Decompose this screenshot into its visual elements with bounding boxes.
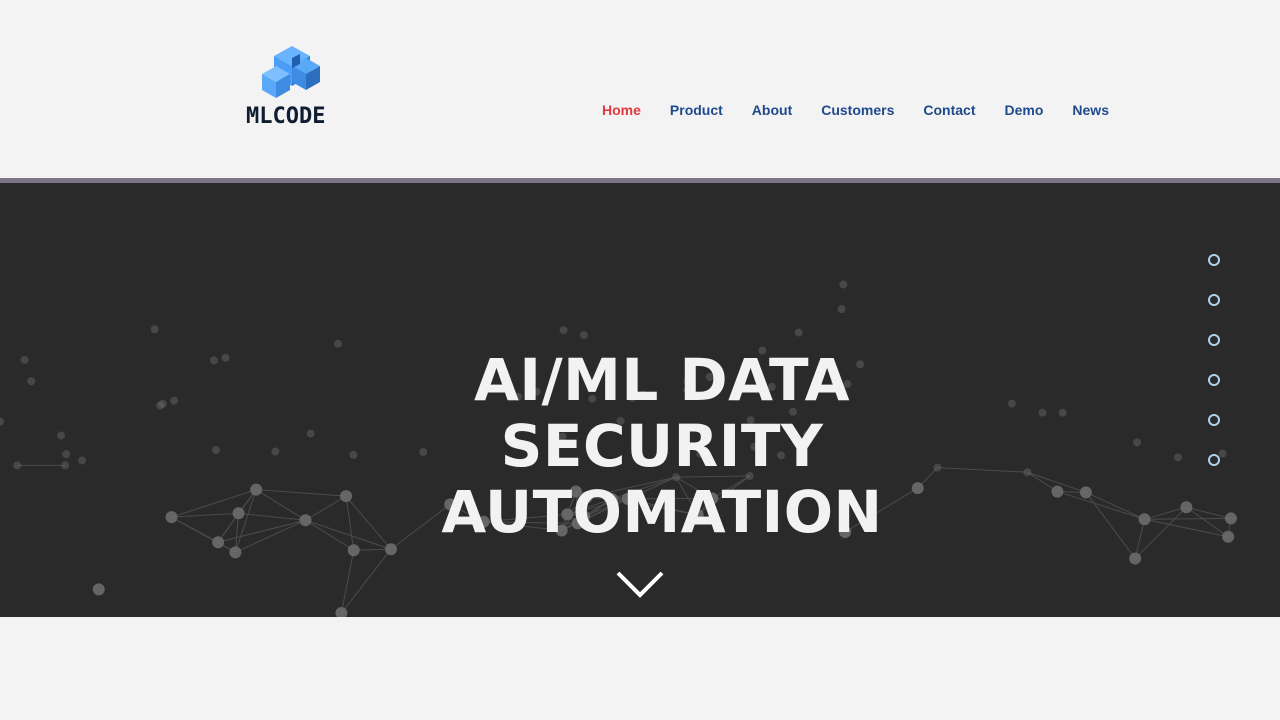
hero-section: AI/ML DATA SECURITY AUTOMATION (0, 183, 1280, 617)
scroll-down-button[interactable] (614, 569, 666, 599)
nav-customers[interactable]: Customers (821, 100, 894, 120)
network-node (1038, 408, 1047, 417)
hero-title-line-1: AI/ML DATA (474, 345, 850, 414)
network-node (27, 377, 36, 386)
hero-title-line-2: SECURITY (500, 411, 824, 480)
main-navigation: Home Product About Customers Contact Dem… (602, 100, 1138, 120)
site-header: MLCODE Home Product About Customers Cont… (0, 0, 1280, 178)
section-dot-3[interactable] (1208, 334, 1220, 346)
network-node (347, 544, 360, 557)
network-node (299, 514, 312, 527)
network-node (1222, 530, 1235, 543)
hero-title: AI/ML DATA SECURITY AUTOMATION (340, 347, 984, 545)
network-link (256, 489, 347, 497)
network-node (559, 326, 568, 335)
section-dot-4[interactable] (1208, 374, 1220, 386)
network-node (1023, 468, 1032, 477)
network-link (1085, 491, 1145, 520)
network-link (340, 550, 355, 614)
content-section (0, 617, 1280, 720)
network-node (209, 356, 218, 365)
network-node (1079, 486, 1092, 499)
nav-demo[interactable]: Demo (1005, 100, 1044, 120)
network-node (1133, 438, 1142, 447)
network-node (212, 536, 225, 549)
nav-about[interactable]: About (752, 100, 792, 120)
network-node (158, 399, 167, 408)
network-node (211, 446, 220, 455)
network-link (1186, 506, 1232, 519)
network-node (229, 546, 242, 559)
network-node (1129, 552, 1142, 565)
network-node (56, 431, 65, 440)
section-navigation (1208, 254, 1222, 494)
network-node (271, 447, 280, 456)
network-node (1173, 453, 1182, 462)
network-link (234, 489, 257, 553)
network-link (1134, 519, 1145, 559)
network-node (335, 607, 348, 617)
network-node (92, 583, 105, 596)
network-node (1007, 399, 1016, 408)
network-node (170, 396, 179, 405)
section-dot-2[interactable] (1208, 294, 1220, 306)
network-node (61, 461, 70, 470)
logo-wordmark: MLCODE (246, 104, 326, 129)
network-node (794, 328, 803, 337)
network-link (1057, 491, 1145, 520)
network-node (13, 461, 22, 470)
cubes-logo-icon (262, 46, 320, 98)
network-link (235, 519, 306, 553)
nav-home[interactable]: Home (602, 100, 641, 120)
network-node (250, 483, 263, 496)
chevron-down-icon (616, 571, 664, 598)
network-node (839, 280, 848, 289)
network-node (62, 450, 71, 459)
network-node (150, 325, 159, 334)
network-node (165, 511, 178, 524)
network-node (1224, 512, 1237, 525)
page: MLCODE Home Product About Customers Cont… (0, 0, 1280, 720)
network-node (0, 417, 5, 426)
hero-title-line-3: AUTOMATION (441, 477, 883, 546)
section-dot-5[interactable] (1208, 414, 1220, 426)
nav-contact[interactable]: Contact (923, 100, 975, 120)
network-node (306, 429, 315, 438)
network-link (341, 548, 392, 614)
network-node (221, 353, 230, 362)
section-dot-1[interactable] (1208, 254, 1220, 266)
network-node (232, 507, 245, 520)
network-node (78, 456, 87, 465)
network-node (384, 543, 397, 556)
nav-product[interactable]: Product (670, 100, 723, 120)
nav-news[interactable]: News (1072, 100, 1109, 120)
network-node (1180, 501, 1193, 514)
section-dot-6[interactable] (1208, 454, 1220, 466)
network-link (1144, 517, 1231, 520)
network-link (171, 516, 236, 553)
network-node (1051, 485, 1064, 498)
network-node (579, 331, 588, 340)
network-node (1058, 408, 1067, 417)
site-logo[interactable]: MLCODE (244, 44, 356, 134)
network-node (20, 355, 29, 364)
network-node (1138, 513, 1151, 526)
network-link (1085, 492, 1136, 559)
network-node (837, 305, 846, 314)
